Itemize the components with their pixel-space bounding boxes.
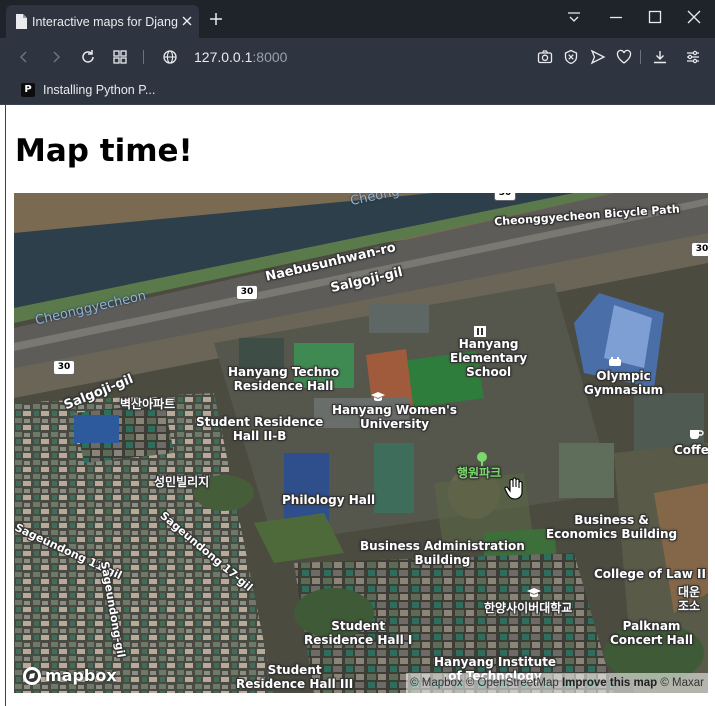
heart-icon[interactable] [616, 49, 632, 65]
ad-block-icon[interactable] [563, 49, 579, 65]
map-label-daeun: 대운 조소 [678, 585, 701, 613]
map-label-student-residence-3: Student Residence Hall III [236, 663, 354, 691]
url-host: 127.0.0.1 [194, 49, 253, 65]
map-label-haengwon-park: 행원파크 [457, 466, 502, 480]
graduation-cap-icon[interactable] [526, 585, 542, 601]
globe-icon[interactable] [162, 49, 178, 65]
close-tab-icon[interactable] [180, 14, 194, 28]
browser-nav-bar: 127.0.0.1:8000 [0, 38, 715, 76]
bookmarks-bar: P Installing Python P... [0, 76, 715, 105]
toolbar-separator-2 [640, 50, 641, 64]
map-label-womens-university: Hanyang Women's University [332, 403, 457, 431]
close-window-icon[interactable] [686, 9, 702, 25]
easy-setup-icon[interactable] [685, 49, 701, 65]
map-label-business-economics: Business & Economics Building [546, 513, 678, 541]
map-label-hanyang-cyber-university: 한양사이버대학교 [484, 601, 573, 615]
map-label-student-residence-1: Student Residence Hall I [304, 619, 413, 647]
highway-shield: 30 [237, 286, 257, 299]
map-label-elementary-school: Hanyang Elementary School [450, 337, 528, 379]
mapbox-logo[interactable]: mapbox [22, 665, 117, 687]
address-bar[interactable]: 127.0.0.1:8000 [194, 49, 287, 65]
browser-title-bar: Interactive maps for Django [0, 0, 715, 38]
browser-tab[interactable]: Interactive maps for Django [6, 5, 199, 38]
bookmark-item[interactable]: Installing Python P... [43, 82, 155, 98]
page-viewport: Map time! Cheong Cheonggyecheon Cheonggy… [5, 105, 715, 706]
tab-search-icon[interactable] [566, 9, 582, 25]
map-attribution: © Mapbox © OpenStreetMap Improve this ma… [406, 673, 708, 693]
camera-icon[interactable] [537, 49, 553, 65]
tab-title: Interactive maps for Django [32, 15, 178, 29]
map-label-byeoksan: 벽산아파트 [120, 397, 176, 411]
map-label-student-residence-2b: Student Residence Hall II-B [196, 415, 324, 443]
map-label-techno-residence-hall: Hanyang Techno Residence Hall [228, 365, 340, 393]
back-icon[interactable] [16, 49, 32, 65]
mapbox-logo-text: mapbox [45, 666, 117, 685]
new-tab-icon[interactable] [208, 11, 224, 27]
map-label-college-of-law: College of Law II [594, 567, 706, 581]
map-label-palknam-concert-hall: Palknam Concert Hall [610, 619, 694, 647]
map-canvas[interactable]: Cheong Cheonggyecheon Cheonggyecheon Bic… [14, 193, 708, 693]
stadium-icon[interactable] [607, 353, 623, 369]
improve-map-link[interactable]: Improve this map [562, 677, 657, 689]
highway-shield: 30 [692, 243, 708, 256]
download-icon[interactable] [652, 49, 668, 65]
attribution-osm-link[interactable]: © OpenStreetMap [466, 677, 559, 689]
coffee-icon[interactable] [688, 425, 704, 441]
attribution-maxar-link[interactable]: © Maxar [660, 677, 704, 689]
url-port: :8000 [252, 49, 288, 65]
bookmark-favicon-icon: P [21, 83, 35, 97]
attribution-mapbox-link[interactable]: © Mapbox [410, 677, 463, 689]
mapbox-logo-icon [23, 667, 41, 685]
highway-shield: 30 [54, 361, 74, 374]
speed-dial-icon[interactable] [112, 49, 128, 65]
highway-shield: 30 [495, 193, 515, 200]
map-label-coffee: Coffee Q [674, 443, 708, 457]
map-label-olympic-gymnasium: Olympic Gymnasium [584, 369, 664, 397]
map-label-business-administration: Business Administration Building [360, 539, 525, 567]
maximize-icon[interactable] [647, 9, 663, 25]
hand-cursor-icon [504, 477, 523, 500]
forward-icon[interactable] [48, 49, 64, 65]
map-label-seongmin: 성민빌리지 [154, 475, 210, 489]
minimize-icon[interactable] [608, 9, 624, 25]
reload-icon[interactable] [80, 49, 96, 65]
page-title: Map time! [15, 133, 193, 169]
document-icon [16, 14, 27, 29]
map-label-philology-hall: Philology Hall [282, 493, 376, 507]
toolbar-separator [143, 50, 144, 64]
send-icon[interactable] [590, 49, 606, 65]
